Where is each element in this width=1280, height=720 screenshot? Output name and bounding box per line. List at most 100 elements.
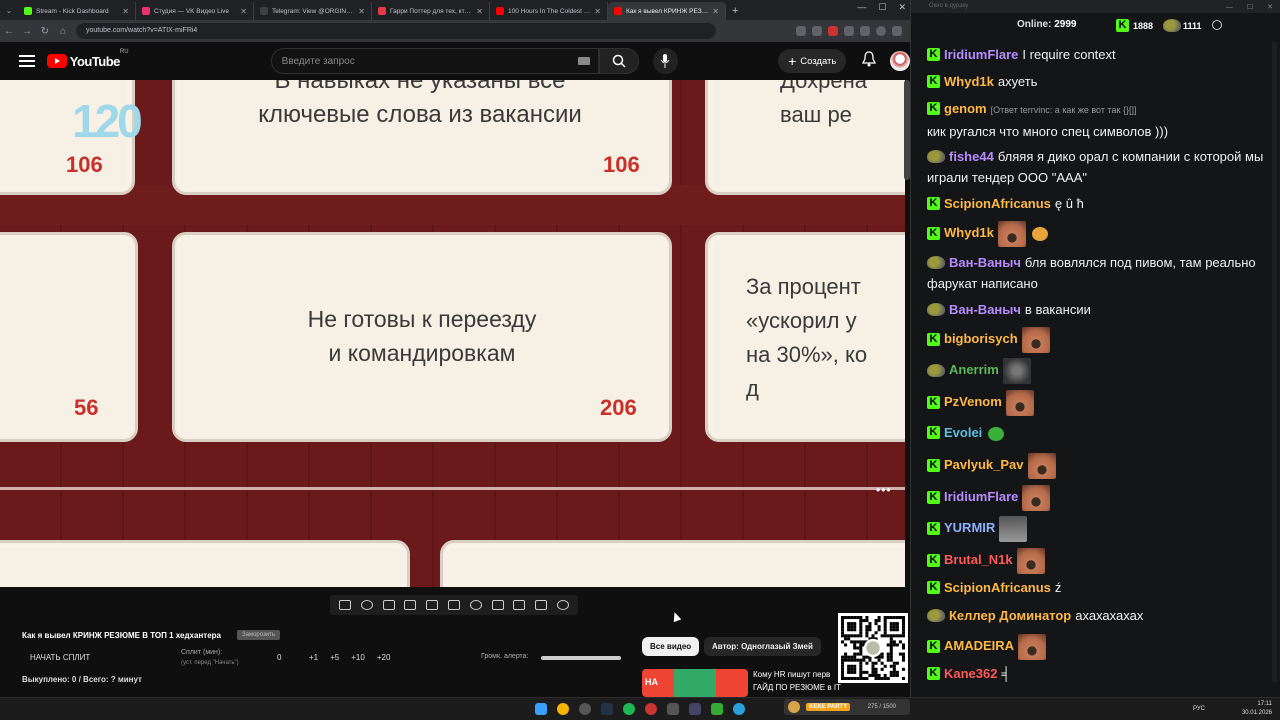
spotify-icon[interactable] <box>623 703 635 715</box>
youtube-logo[interactable]: YouTube RU <box>46 49 129 69</box>
avatar[interactable] <box>890 51 911 71</box>
obs-icon[interactable] <box>579 703 591 715</box>
windows-start-icon[interactable] <box>535 703 547 715</box>
chat-username[interactable]: IridiumFlare <box>944 47 1018 62</box>
freeze-button[interactable]: Заморозить <box>237 630 281 640</box>
chip-all-videos[interactable]: Все видео <box>642 637 700 656</box>
browser-tab[interactable]: Гарри Поттер для тех, кто вы...✕ <box>372 2 490 20</box>
menu-icon[interactable] <box>892 26 902 36</box>
camera-icon[interactable] <box>513 600 526 610</box>
miniplayer-icon[interactable] <box>426 600 439 610</box>
split-increment-button[interactable]: +10 <box>351 653 365 662</box>
hamburger-menu-icon[interactable] <box>19 55 35 67</box>
home-button[interactable]: ⌂ <box>54 26 72 37</box>
settings-dot-icon[interactable] <box>1211 20 1222 30</box>
chat-username[interactable]: Ван-Ваныч <box>949 302 1021 317</box>
profile-icon[interactable] <box>876 26 886 36</box>
extension-icon[interactable] <box>812 26 822 36</box>
close-window-button[interactable]: ✕ <box>898 2 906 13</box>
media-icon[interactable] <box>689 703 701 715</box>
url-field[interactable]: youtube.com/watch?v=ATIX-miFRi4 <box>76 23 716 39</box>
recommended-title-2[interactable]: ГАЙД ПО РЕЗЮМЕ в IT <box>753 683 841 692</box>
browser-tab[interactable]: Telegram: View @ORGINALDA...✕ <box>254 2 372 20</box>
gear-icon[interactable] <box>557 600 570 610</box>
chat-username[interactable]: AMADEIRA <box>944 638 1014 653</box>
alert-volume-slider[interactable] <box>541 656 621 660</box>
split-increment-button[interactable]: +1 <box>309 653 318 662</box>
split-value[interactable]: 0 <box>277 653 281 662</box>
video-player[interactable]: 106 120 В навыках не указаны все ключевы… <box>0 80 905 587</box>
chat-username[interactable]: ScipionAfricanus <box>944 196 1051 211</box>
chat-username[interactable]: Pavlyuk_Pav <box>944 457 1024 472</box>
notifications-bell-icon[interactable] <box>862 50 877 72</box>
chat-username[interactable]: IridiumFlare <box>944 489 1018 504</box>
chat-username[interactable]: Brutal_N1k <box>944 552 1013 567</box>
chat-username[interactable]: Anerrim <box>949 362 999 377</box>
tab-close-icon[interactable]: ✕ <box>712 7 719 16</box>
maximize-button[interactable]: ☐ <box>1247 1 1253 14</box>
app-icon[interactable] <box>667 703 679 715</box>
recommended-title[interactable]: Кому HR пишут перв <box>753 670 830 679</box>
chat-username[interactable]: Evolei <box>944 425 982 440</box>
split-increment-button[interactable]: +20 <box>377 653 391 662</box>
minimize-button[interactable]: — <box>857 2 866 13</box>
chat-username[interactable]: Whyd1k <box>944 225 994 240</box>
browser-tab[interactable]: Stream - Kick Dashboard ✕ <box>18 2 136 20</box>
extension-icon[interactable] <box>844 26 854 36</box>
add-icon[interactable] <box>491 600 504 610</box>
keyboard-icon[interactable] <box>578 57 591 65</box>
flask-icon[interactable] <box>535 600 548 610</box>
extension-icon[interactable] <box>796 26 806 36</box>
close-window-button[interactable]: ✕ <box>1267 1 1273 14</box>
tab-close-icon[interactable]: ✕ <box>594 7 601 16</box>
reload-button[interactable]: ↻ <box>36 26 54 37</box>
tab-close-icon[interactable]: ✕ <box>358 7 365 16</box>
search-button[interactable] <box>599 48 639 74</box>
tab-close-icon[interactable]: ✕ <box>122 7 129 16</box>
chat-username[interactable]: Ван-Ваныч <box>949 255 1021 270</box>
app-icon[interactable] <box>645 703 657 715</box>
new-tab-button[interactable]: + <box>726 2 744 20</box>
microphone-button[interactable] <box>652 48 679 74</box>
tab-close-icon[interactable]: ✕ <box>476 7 483 16</box>
extension-icon[interactable] <box>860 26 870 36</box>
chat-username[interactable]: genom <box>944 101 987 116</box>
plus-icon: + <box>788 53 797 69</box>
browser-tab[interactable]: 100 Hours In The Coldest City ✕ <box>490 2 608 20</box>
chat-username[interactable]: fishe44 <box>949 149 994 164</box>
maximize-button[interactable]: ☐ <box>878 2 886 13</box>
chat-username[interactable]: Kane362 <box>944 666 997 681</box>
chat-username[interactable]: PzVenom <box>944 394 1002 409</box>
film-icon[interactable] <box>404 600 417 610</box>
eye-icon[interactable] <box>382 600 395 610</box>
steam-icon[interactable] <box>601 703 613 715</box>
forward-button[interactable]: → <box>18 26 36 37</box>
browser-tab[interactable]: Как я вывел КРИНЖ РЕЗЮ... ✕ <box>608 2 726 20</box>
app-icon[interactable] <box>711 703 723 715</box>
chat-username[interactable]: bigborisych <box>944 331 1018 346</box>
language-indicator[interactable]: РУС <box>1193 706 1205 712</box>
grid-icon[interactable] <box>447 600 460 610</box>
chat-username[interactable]: Келлер Доминатор <box>949 608 1071 623</box>
tab-search-icon[interactable]: ⌄ <box>0 2 18 20</box>
split-increment-button[interactable]: +5 <box>330 653 339 662</box>
create-button[interactable]: + Создать <box>778 49 847 73</box>
minimize-button[interactable]: — <box>1226 1 1233 14</box>
telegram-icon[interactable] <box>733 703 745 715</box>
speed-icon[interactable] <box>469 600 482 610</box>
chat-username[interactable]: ScipionAfricanus <box>944 580 1051 595</box>
chat-scrollbar[interactable] <box>1272 42 1277 682</box>
search-input[interactable]: Введите запрос <box>270 48 600 74</box>
chat-username[interactable]: Whyd1k <box>944 74 994 89</box>
tab-close-icon[interactable]: ✕ <box>240 7 247 16</box>
chip-author[interactable]: Автор: Одноглазый Змей <box>704 637 821 656</box>
back-button[interactable]: ← <box>0 26 18 37</box>
browser-tab[interactable]: Студия — VK Видео Live ✕ <box>136 2 254 20</box>
extension-icon[interactable] <box>828 26 838 36</box>
broadcast-icon[interactable] <box>360 600 373 610</box>
system-clock[interactable]: 17:11 30.01.2026 <box>1242 700 1272 718</box>
chat-username[interactable]: YURMIR <box>944 520 995 535</box>
start-split-button[interactable]: НАЧАТЬ СПЛИТ <box>30 653 90 662</box>
chrome-icon[interactable] <box>557 703 569 715</box>
loop-icon[interactable] <box>338 600 351 610</box>
